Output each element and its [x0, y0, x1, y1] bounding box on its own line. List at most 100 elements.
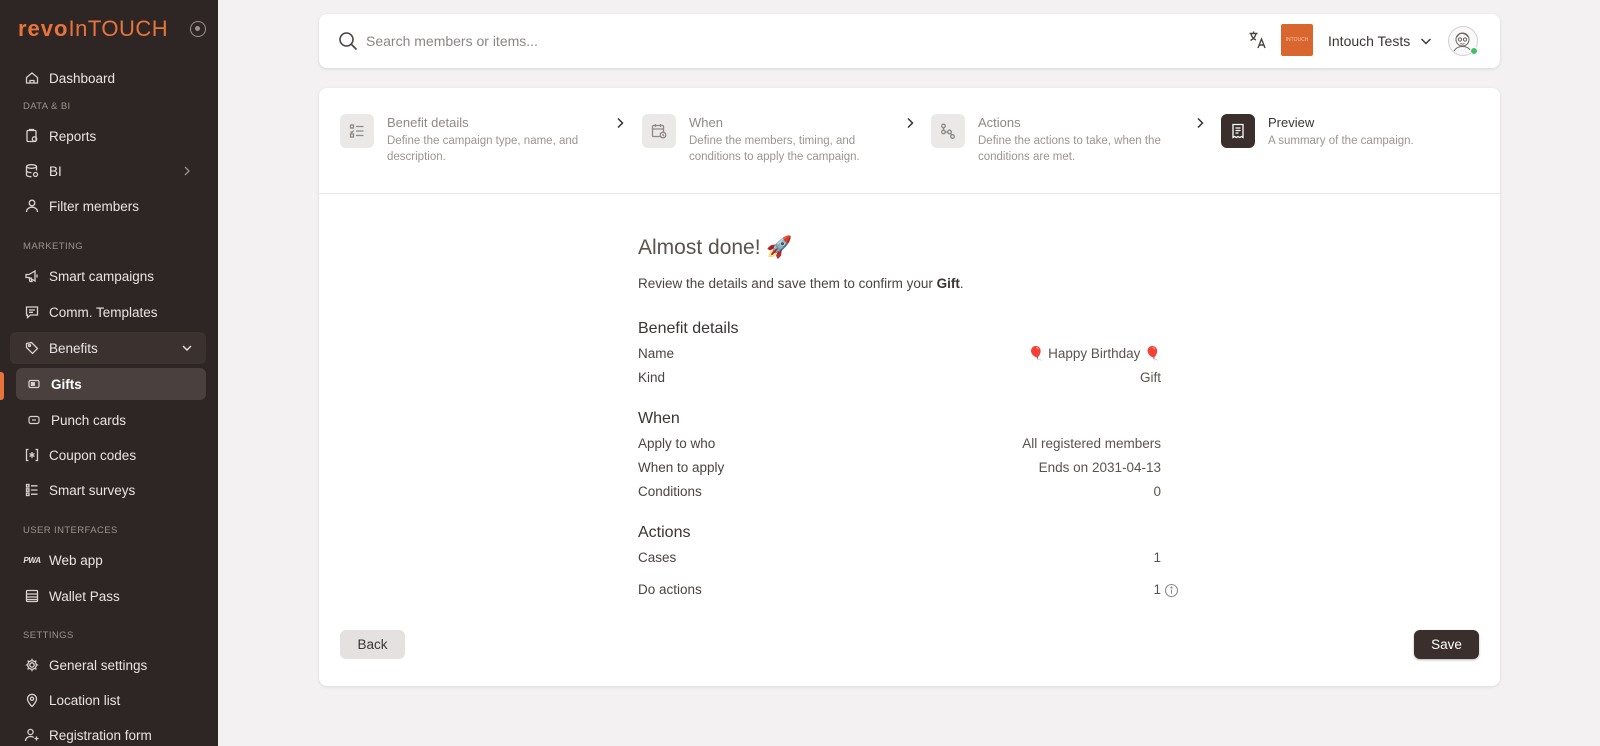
tag-icon [24, 340, 40, 356]
row-label: Conditions [638, 484, 702, 499]
step-title: Preview [1268, 115, 1315, 130]
summary-row-kind: Kind Gift [638, 370, 1161, 390]
subtitle-end: . [959, 276, 964, 291]
search-input[interactable] [366, 28, 1066, 54]
sidebar-item-label: BI [49, 163, 62, 179]
chevron-down-icon [182, 345, 192, 351]
sidebar-item-wallet-pass[interactable]: Wallet Pass [10, 580, 206, 612]
subtitle-text: Review the details and save them to conf… [638, 276, 937, 291]
reports-icon [24, 128, 40, 144]
sidebar-item-label: Smart surveys [49, 482, 136, 498]
section-label-marketing: MARKETING [23, 241, 84, 252]
sidebar-item-general-settings[interactable]: General settings [10, 649, 206, 681]
list-icon [24, 482, 40, 498]
brand-thumbnail[interactable]: INTOUCH [1281, 24, 1313, 56]
sidebar-item-label: Registration form [49, 727, 152, 743]
megaphone-icon [24, 268, 40, 284]
info-icon[interactable] [1164, 583, 1179, 598]
sidebar-item-reports[interactable]: Reports [10, 120, 206, 152]
section-label-user-interfaces: USER INTERFACES [23, 525, 118, 536]
translate-icon[interactable] [1247, 29, 1269, 51]
row-value: Ends on 2031-04-13 [1038, 460, 1161, 475]
sidebar-item-label: Smart campaigns [49, 268, 155, 284]
logo-row: revo InTOUCH [0, 0, 218, 58]
sidebar-item-filter-members[interactable]: Filter members [10, 190, 206, 222]
campaign-wizard-card: Benefit details Define the campaign type… [319, 88, 1500, 686]
sidebar-item-label: Dashboard [49, 70, 116, 86]
section-title-benefit-details: Benefit details [638, 320, 739, 337]
receipt-icon [1221, 114, 1255, 148]
step-benefit-details[interactable]: Benefit details Define the campaign type… [340, 114, 597, 165]
logo-revo: revo [18, 16, 69, 41]
step-description: Define the actions to take, when the con… [978, 135, 1161, 163]
step-actions[interactable]: Actions Define the actions to take, when… [931, 114, 1188, 165]
search-icon[interactable] [337, 30, 359, 52]
sidebar-item-dashboard[interactable]: Dashboard [10, 62, 206, 94]
org-name[interactable]: Intouch Tests [1328, 33, 1410, 49]
row-label: Do actions [638, 582, 702, 597]
sidebar-item-comm-templates[interactable]: Comm. Templates [10, 296, 206, 328]
sidebar-item-label: Filter members [49, 198, 140, 214]
logo-intouch: InTOUCH [68, 16, 169, 41]
summary-row-when-to-apply: When to apply Ends on 2031-04-13 [638, 460, 1161, 480]
sidebar-item-location-list[interactable]: Location list [10, 684, 206, 716]
summary-row-do-actions: Do actions 1 [638, 582, 1179, 602]
active-indicator [0, 372, 4, 400]
topbar: INTOUCH Intouch Tests [319, 14, 1500, 68]
step-title: When [689, 115, 723, 130]
wallet-icon [24, 588, 40, 604]
summary-row-conditions: Conditions 0 [638, 484, 1161, 504]
row-value: 🎈 Happy Birthday 🎈 [1027, 346, 1161, 361]
sidebar-item-label: Web app [49, 552, 103, 568]
sidebar-item-punch-cards[interactable]: Punch cards [16, 404, 206, 436]
page-title: Almost done! 🚀 [638, 236, 793, 259]
add-user-icon [24, 727, 40, 743]
step-description: A summary of the campaign. [1268, 135, 1414, 147]
sidebar-item-registration-form[interactable]: Registration form [10, 719, 206, 746]
back-button[interactable]: Back [340, 630, 405, 659]
step-preview[interactable]: Preview A summary of the campaign. [1221, 114, 1478, 149]
summary-row-apply-to-who: Apply to who All registered members [638, 436, 1161, 456]
sidebar: revo InTOUCH Dashboard DATA & BI Reports … [0, 0, 218, 746]
location-pin-icon [24, 692, 40, 708]
sidebar-item-label: Gifts [51, 376, 82, 392]
chevron-right-icon [907, 117, 914, 129]
section-label-data-bi: DATA & BI [23, 101, 71, 112]
online-status-dot [1470, 47, 1478, 55]
sidebar-item-gifts[interactable]: Gifts [16, 368, 206, 400]
user-icon [24, 198, 40, 214]
preview-subtitle: Review the details and save them to conf… [638, 276, 964, 291]
sidebar-item-label: Location list [49, 692, 121, 708]
sidebar-item-label: Punch cards [51, 412, 127, 428]
step-when[interactable]: When Define the members, timing, and con… [642, 114, 899, 165]
sidebar-item-smart-surveys[interactable]: Smart surveys [10, 474, 206, 506]
summary-row-name: Name 🎈 Happy Birthday 🎈 [638, 346, 1161, 366]
sidebar-item-smart-campaigns[interactable]: Smart campaigns [10, 260, 206, 292]
chevron-right-icon [1197, 117, 1204, 129]
wizard-stepper: Benefit details Define the campaign type… [319, 88, 1500, 194]
gear-icon [24, 657, 40, 673]
row-value: 1 [1153, 550, 1161, 565]
save-button[interactable]: Save [1414, 630, 1479, 659]
checklist-icon [340, 114, 374, 148]
sidebar-toggle-icon[interactable] [190, 21, 206, 37]
row-value: 1 [1153, 582, 1161, 597]
row-label: When to apply [638, 460, 725, 475]
pwa-icon: PWA [23, 555, 41, 565]
row-label: Apply to who [638, 436, 716, 451]
sidebar-item-label: General settings [49, 657, 148, 673]
sidebar-item-bi[interactable]: BI [10, 155, 206, 187]
chevron-down-icon[interactable] [1419, 34, 1433, 48]
section-title-actions: Actions [638, 524, 691, 541]
step-description: Define the members, timing, and conditio… [689, 135, 860, 163]
row-value: Gift [1139, 370, 1161, 385]
sidebar-item-benefits[interactable]: Benefits [10, 332, 206, 364]
section-label-settings: SETTINGS [23, 630, 74, 641]
workflow-icon [931, 114, 965, 148]
avatar[interactable] [1448, 26, 1478, 56]
step-title: Benefit details [387, 115, 469, 130]
sidebar-item-web-app[interactable]: PWA Web app [10, 544, 206, 576]
logo[interactable]: revo InTOUCH [18, 16, 168, 42]
row-label: Name [638, 346, 675, 361]
sidebar-item-coupon-codes[interactable]: Coupon codes [10, 439, 206, 471]
